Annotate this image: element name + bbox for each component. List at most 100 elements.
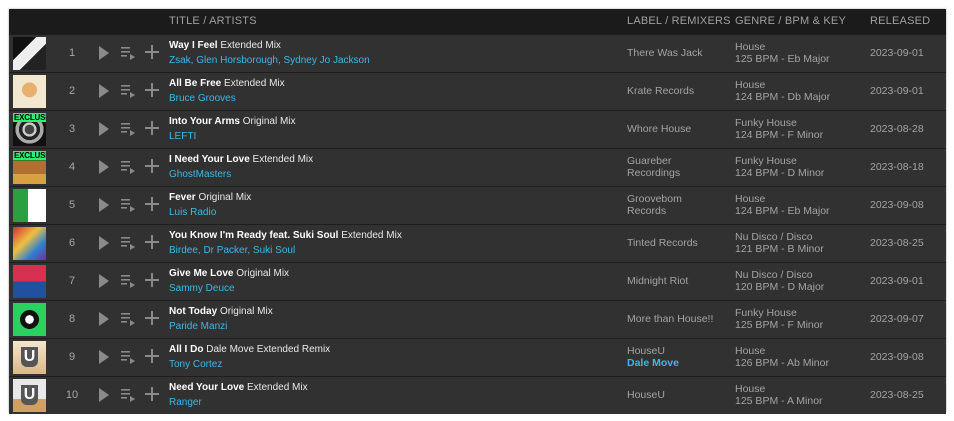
track-name[interactable]: All I Do [169, 344, 203, 355]
track-artists[interactable]: LEFTI [169, 131, 196, 142]
release-artwork[interactable]: U [13, 341, 46, 374]
genre-name[interactable]: House [735, 383, 823, 395]
label-name-line2[interactable]: Records [627, 205, 682, 217]
remixer-name[interactable]: Dale Move [627, 357, 679, 369]
add-to-queue-icon[interactable] [121, 198, 135, 212]
label-column-header[interactable]: LABEL / REMIXERS [627, 15, 731, 27]
release-artwork[interactable]: EXCLUSIVE [13, 151, 46, 184]
add-to-queue-icon[interactable] [121, 274, 135, 288]
track-name[interactable]: Way I Feel [169, 40, 218, 51]
track-title[interactable]: All I Do Dale Move Extended Remix [169, 344, 330, 355]
track-title[interactable]: Give Me Love Original Mix [169, 268, 289, 279]
add-to-queue-icon[interactable] [121, 46, 135, 60]
play-icon[interactable] [99, 160, 109, 174]
track-artists[interactable]: Sammy Deuce [169, 283, 235, 294]
title-column-header[interactable]: TITLE / ARTISTS [169, 15, 257, 27]
track-row[interactable]: 7 Give Me Love Original Mix Sammy Deuce Mid… [9, 262, 946, 300]
add-to-queue-icon[interactable] [121, 122, 135, 136]
release-artwork[interactable] [13, 75, 46, 108]
plus-icon[interactable] [145, 45, 159, 59]
track-title[interactable]: You Know I'm Ready feat. Suki Soul Exten… [169, 230, 402, 241]
track-name[interactable]: All Be Free [169, 78, 221, 89]
add-to-queue-icon[interactable] [121, 236, 135, 250]
add-to-queue-icon[interactable] [121, 160, 135, 174]
track-name[interactable]: Not Today [169, 306, 217, 317]
track-artists[interactable]: GhostMasters [169, 169, 231, 180]
track-title[interactable]: Need Your Love Extended Mix [169, 382, 308, 393]
release-artwork[interactable] [13, 37, 46, 70]
plus-icon[interactable] [145, 349, 159, 363]
label-name[interactable]: More than House!! [627, 313, 713, 325]
track-row[interactable]: U 9 All I Do Dale Move Extended Remix Tony … [9, 338, 946, 376]
track-artists[interactable]: Ranger [169, 397, 202, 408]
track-row[interactable]: EXCLUSIVE 4 I Need Your Love Extended Mix G… [9, 148, 946, 186]
track-title[interactable]: All Be Free Extended Mix [169, 78, 285, 89]
track-row[interactable]: 8 Not Today Original Mix Paride Manzi More … [9, 300, 946, 338]
track-artists[interactable]: Luis Radio [169, 207, 216, 218]
play-icon[interactable] [99, 84, 109, 98]
track-row[interactable]: 5 Fever Original Mix Luis Radio Groovebom Re… [9, 186, 946, 224]
play-icon[interactable] [99, 46, 109, 60]
genre-name[interactable]: House [735, 79, 830, 91]
add-to-queue-icon[interactable] [121, 388, 135, 402]
label-name[interactable]: HouseU [627, 345, 679, 357]
label-name[interactable]: Midnight Riot [627, 275, 688, 287]
plus-icon[interactable] [145, 273, 159, 287]
plus-icon[interactable] [145, 387, 159, 401]
genre-name[interactable]: Funky House [735, 307, 823, 319]
track-name[interactable]: You Know I'm Ready feat. Suki Soul [169, 230, 338, 241]
play-icon[interactable] [99, 274, 109, 288]
plus-icon[interactable] [145, 159, 159, 173]
track-row[interactable]: 6 You Know I'm Ready feat. Suki Soul Exte… [9, 224, 946, 262]
track-artists[interactable]: Zsak, Glen Horsborough, Sydney Jo Jackso… [169, 55, 370, 66]
play-icon[interactable] [99, 198, 109, 212]
label-name[interactable]: Groovebom [627, 193, 682, 205]
released-column-header[interactable]: RELEASED [870, 15, 930, 27]
genre-name[interactable]: Funky House [735, 155, 824, 167]
play-icon[interactable] [99, 122, 109, 136]
release-artwork[interactable] [13, 303, 46, 336]
label-name[interactable]: Krate Records [627, 85, 694, 97]
track-artists[interactable]: Birdee, Dr Packer, Suki Soul [169, 245, 295, 256]
plus-icon[interactable] [145, 311, 159, 325]
add-to-queue-icon[interactable] [121, 312, 135, 326]
add-to-queue-icon[interactable] [121, 84, 135, 98]
track-name[interactable]: I Need Your Love [169, 154, 250, 165]
genre-column-header[interactable]: GENRE / BPM & KEY [735, 15, 846, 27]
plus-icon[interactable] [145, 83, 159, 97]
label-name[interactable]: There Was Jack [627, 47, 702, 59]
label-name-line2[interactable]: Recordings [627, 167, 680, 179]
label-name[interactable]: Whore House [627, 123, 691, 135]
release-artwork[interactable] [13, 265, 46, 298]
track-artists[interactable]: Bruce Grooves [169, 93, 236, 104]
track-row[interactable]: 1 Way I Feel Extended Mix Zsak, Glen Horsb… [9, 34, 946, 72]
track-title[interactable]: Into Your Arms Original Mix [169, 116, 296, 127]
release-artwork[interactable]: EXCLUSIVE [13, 113, 46, 146]
track-name[interactable]: Need Your Love [169, 382, 244, 393]
track-name[interactable]: Into Your Arms [169, 116, 240, 127]
track-title[interactable]: I Need Your Love Extended Mix [169, 154, 313, 165]
track-artists[interactable]: Paride Manzi [169, 321, 227, 332]
genre-name[interactable]: Funky House [735, 117, 823, 129]
track-artists[interactable]: Tony Cortez [169, 359, 222, 370]
play-icon[interactable] [99, 236, 109, 250]
release-artwork[interactable] [13, 227, 46, 260]
track-title[interactable]: Way I Feel Extended Mix [169, 40, 281, 51]
track-row[interactable]: EXCLUSIVE 3 Into Your Arms Original Mix LEF… [9, 110, 946, 148]
track-title[interactable]: Not Today Original Mix [169, 306, 273, 317]
play-icon[interactable] [99, 312, 109, 326]
play-icon[interactable] [99, 388, 109, 402]
genre-name[interactable]: Nu Disco / Disco [735, 231, 824, 243]
label-name[interactable]: Guareber [627, 155, 680, 167]
plus-icon[interactable] [145, 197, 159, 211]
label-name[interactable]: HouseU [627, 389, 665, 401]
label-name[interactable]: Tinted Records [627, 237, 698, 249]
genre-name[interactable]: House [735, 193, 830, 205]
track-title[interactable]: Fever Original Mix [169, 192, 251, 203]
track-name[interactable]: Fever [169, 192, 196, 203]
play-icon[interactable] [99, 350, 109, 364]
genre-name[interactable]: Nu Disco / Disco [735, 269, 824, 281]
plus-icon[interactable] [145, 235, 159, 249]
genre-name[interactable]: House [735, 345, 829, 357]
genre-name[interactable]: House [735, 41, 830, 53]
